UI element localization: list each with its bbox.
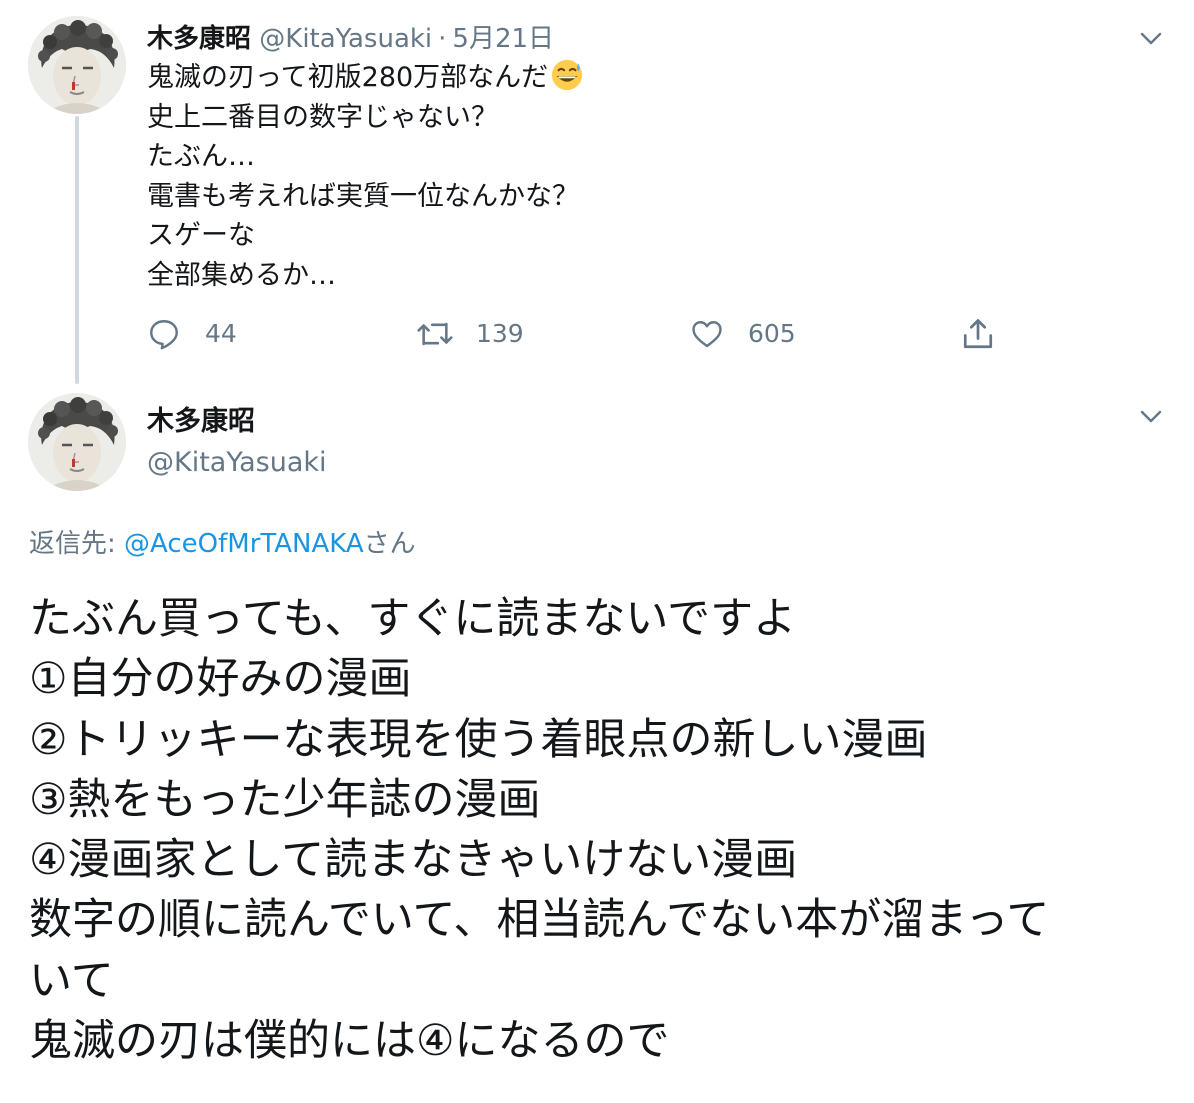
tweet-text: たぶん買っても、すぐに読まないですよ ①自分の好みの漫画 ②トリッキーな表現を使… [29,589,1169,1071]
header-separator: · [438,24,447,54]
reply-button[interactable]: 44 [147,316,237,352]
avatar-image [28,16,126,114]
tweet-line: 全部集めるか… [147,259,336,291]
like-button[interactable]: 605 [690,316,796,352]
tweet-line: 電書も考えれば実質一位なんかな？ [147,180,579,212]
tweet-date[interactable]: 5月21日 [452,24,554,54]
avatar-image [28,393,126,491]
chevron-down-icon[interactable] [1140,410,1162,424]
reply-to-label: 返信先: [29,529,125,559]
author-avatar[interactable] [28,393,126,491]
share-icon [963,319,993,349]
author-name[interactable]: 木多康昭 [147,24,251,54]
reply-icon [150,320,178,350]
reply-to-mention-link[interactable]: @AceOfMrTANAKA [124,529,364,559]
tweet-line: ④漫画家として読まなきゃいけない漫画 [29,835,798,886]
retweet-icon [417,322,453,346]
tweet-line: 数字の順に読んでいて、相当読んでない本が溜まって [29,895,1050,946]
author-handle[interactable]: @KitaYasuaki [147,445,327,481]
reply-to-line: 返信先: @AceOfMrTANAKAさん [29,526,416,562]
author-avatar[interactable] [28,16,126,114]
tweet-line: 史上二番目の数字じゃない？ [147,101,498,133]
tweet-header: 木多康昭 @KitaYasuaki · 5月21日 [147,22,554,56]
tweet-text: 鬼滅の刃って初版280万部なんだ 史上二番目の数字じゃない？ たぶん… 電書も考… [147,58,747,295]
reply-count: 44 [205,319,237,348]
chevron-down-icon[interactable] [1140,32,1162,46]
tweet-line: 鬼滅の刃って初版280万部なんだ [147,58,747,98]
tweet-line: ①自分の好みの漫画 [29,654,412,705]
tweet-line: たぶん… [147,141,255,172]
retweet-count: 139 [476,319,524,348]
tweet-line: ③熱をもった少年誌の漫画 [29,774,541,825]
reply-to-suffix: さん [363,529,416,559]
author-handle[interactable]: @KitaYasuaki [259,24,432,54]
tweet-actions: 44 139 605 [0,316,1194,356]
tweet-line: いて [29,955,114,1006]
share-button[interactable] [960,316,996,352]
tweet-line: たぶん買っても、すぐに読まないですよ [29,594,797,644]
heart-icon [692,321,722,348]
like-count: 605 [748,319,796,348]
tweet-line: 鬼滅の刃は僕的には④になるので [29,1016,670,1067]
tweet-line: スゲーな [147,220,255,251]
grinning-face-with-sweat-icon [552,59,583,91]
tweet-line: ②トリッキーな表現を使う着眼点の新しい漫画 [29,714,928,765]
tweet-thread: 木多康昭 @KitaYasuaki · 5月21日 鬼滅の刃って初版280万部なんだ… [0,0,1194,1103]
retweet-button[interactable]: 139 [416,316,524,352]
author-name[interactable]: 木多康昭 [147,404,255,440]
